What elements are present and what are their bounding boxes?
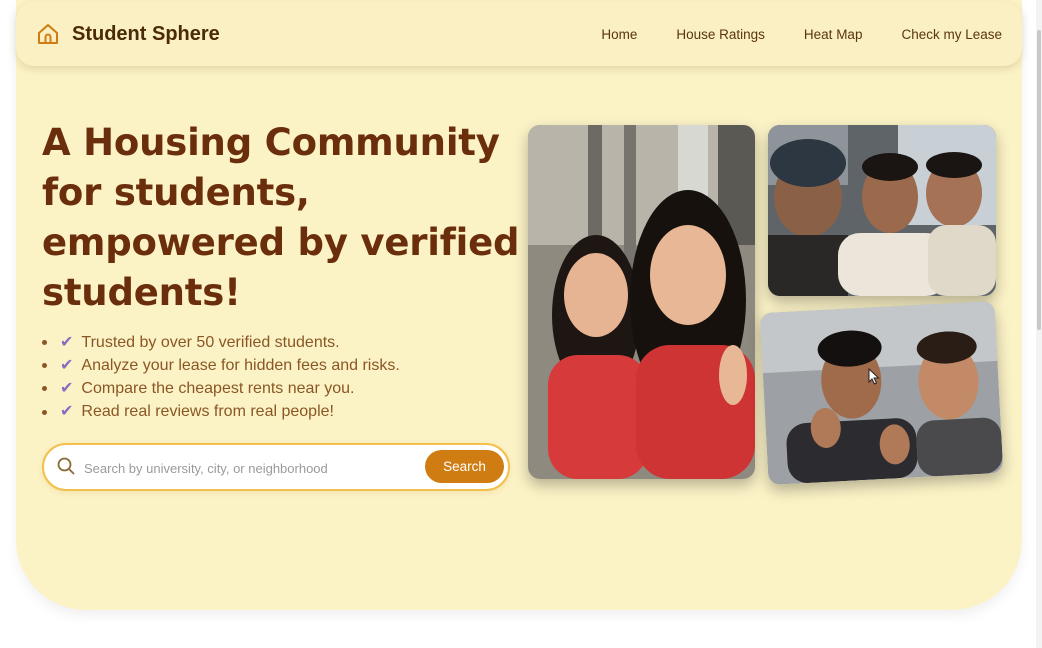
search-bar: Search (42, 443, 510, 491)
hero-headline: A Housing Community for students, empowe… (42, 121, 520, 314)
check-icon: ✔ (60, 403, 74, 421)
student-photo-2 (768, 125, 996, 296)
bullet (42, 409, 47, 415)
brand-logo[interactable]: Student Sphere (36, 2, 220, 66)
mouse-cursor (868, 368, 880, 385)
feature-text: Trusted by over 50 verified students. (81, 333, 340, 351)
feature-item: ✔ Trusted by over 50 verified students. (42, 331, 400, 354)
scrollbar-thumb[interactable] (1037, 30, 1041, 330)
bullet (42, 363, 47, 369)
bullet (42, 340, 47, 346)
feature-item: ✔ Read real reviews from real people! (42, 401, 400, 424)
check-icon: ✔ (60, 333, 74, 351)
navbar: Student Sphere Home House Ratings Heat M… (16, 2, 1022, 66)
nav-link-check-my-lease[interactable]: Check my Lease (901, 27, 1002, 42)
feature-list: ✔ Trusted by over 50 verified students. … (42, 331, 400, 424)
feature-text: Analyze your lease for hidden fees and r… (81, 356, 400, 374)
search-icon (57, 457, 75, 480)
brand-name: Student Sphere (72, 22, 220, 45)
feature-text: Read real reviews from real people! (81, 403, 334, 421)
student-photo-1 (528, 125, 755, 479)
feature-item: ✔ Compare the cheapest rents near you. (42, 377, 400, 400)
check-icon: ✔ (60, 356, 74, 374)
feature-text: Compare the cheapest rents near you. (81, 379, 355, 397)
nav-links: Home House Ratings Heat Map Check my Lea… (601, 2, 1002, 66)
bullet (42, 386, 47, 392)
home-icon (36, 22, 60, 46)
scrollbar[interactable] (1036, 0, 1042, 648)
feature-item: ✔ Analyze your lease for hidden fees and… (42, 354, 400, 377)
search-input[interactable] (82, 454, 421, 482)
check-icon: ✔ (60, 379, 74, 397)
nav-link-house-ratings[interactable]: House Ratings (676, 27, 765, 42)
nav-link-home[interactable]: Home (601, 27, 637, 42)
nav-link-heat-map[interactable]: Heat Map (804, 27, 863, 42)
student-photo-3 (759, 300, 1004, 486)
search-button[interactable]: Search (425, 450, 504, 483)
